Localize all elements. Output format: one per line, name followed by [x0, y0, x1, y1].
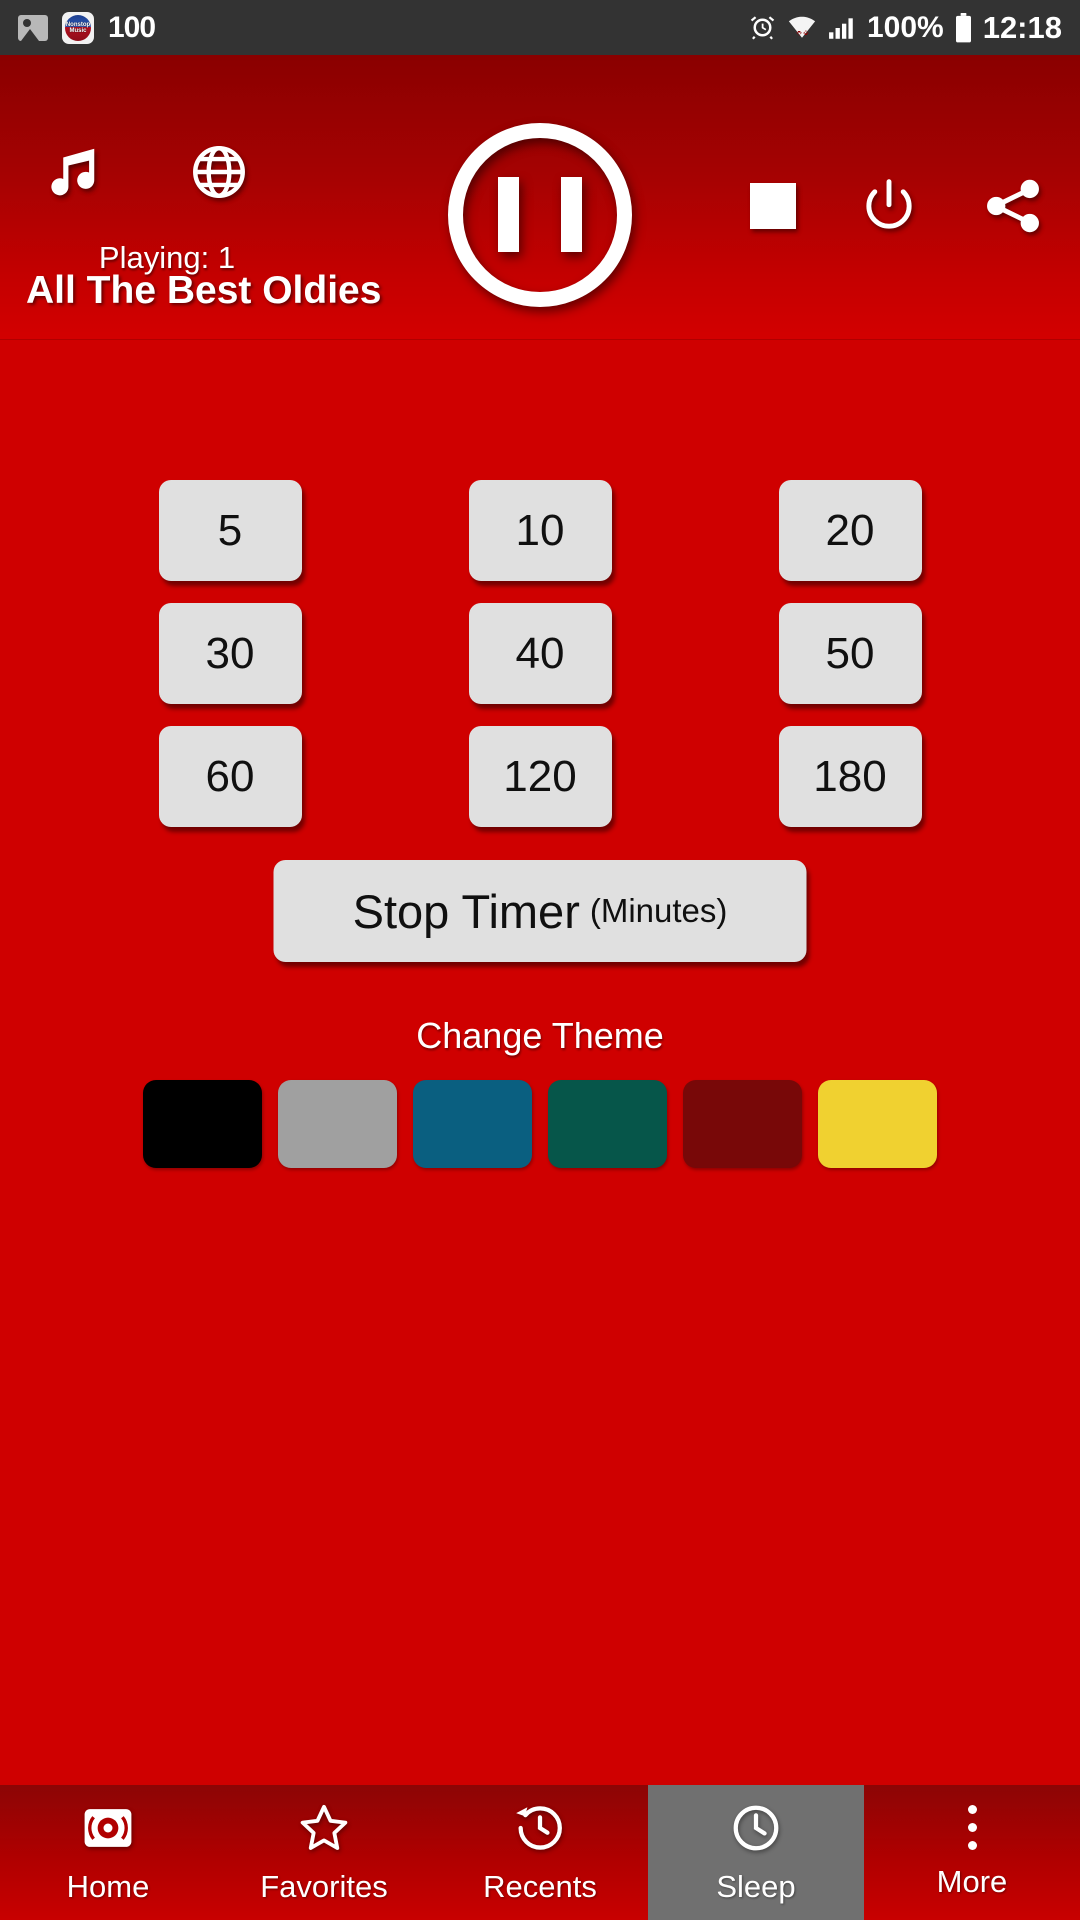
- star-icon: [300, 1804, 348, 1850]
- stop-timer-unit: (Minutes): [589, 892, 728, 929]
- battery-percent: 100%: [866, 10, 944, 44]
- theme-swatch-black[interactable]: [143, 1080, 262, 1168]
- timer-button[interactable]: 60: [158, 726, 302, 827]
- notification-count: 100: [108, 10, 156, 44]
- history-icon: [516, 1805, 562, 1850]
- alarm-icon: [750, 16, 775, 40]
- theme-swatches: [0, 1080, 1080, 1168]
- more-dot: [967, 1823, 977, 1832]
- timer-button[interactable]: 180: [778, 726, 922, 827]
- theme-swatch-gray[interactable]: [278, 1080, 397, 1168]
- theme-swatch-dark-red[interactable]: [683, 1080, 802, 1168]
- timer-button[interactable]: 40: [468, 603, 612, 704]
- status-bar-right: 100% 12:18: [749, 10, 1062, 46]
- nav-item-favorites[interactable]: Favorites: [216, 1785, 432, 1920]
- station-title: All The Best Oldies: [26, 269, 382, 312]
- globe-icon[interactable]: [188, 141, 250, 203]
- share-button[interactable]: [982, 175, 1044, 237]
- battery-icon: [955, 12, 971, 42]
- theme-swatch-teal-blue[interactable]: [413, 1080, 532, 1168]
- timer-button[interactable]: 20: [778, 480, 922, 581]
- timer-button[interactable]: 120: [468, 726, 612, 827]
- signal-icon: [829, 17, 853, 39]
- stop-timer-button[interactable]: Stop Timer (Minutes): [273, 860, 807, 962]
- clock-time: 12:18: [982, 9, 1062, 45]
- header-right-controls: [750, 175, 1044, 237]
- more-vert-icon: [967, 1805, 977, 1850]
- theme-swatch-yellow[interactable]: [818, 1080, 937, 1168]
- nav-label-favorites: Favorites: [260, 1868, 388, 1904]
- pause-button[interactable]: [448, 123, 632, 307]
- clock-icon: [733, 1805, 779, 1850]
- nav-item-recents[interactable]: Recents: [432, 1785, 648, 1920]
- player-header: Playing: 1 All The Best Oldies: [0, 55, 1080, 340]
- pause-ring: [448, 123, 632, 307]
- nav-item-home[interactable]: Home: [0, 1785, 216, 1920]
- power-button[interactable]: [858, 175, 920, 237]
- nav-label-recents: Recents: [483, 1868, 597, 1904]
- header-left-controls: [40, 141, 250, 203]
- pause-bar-right: [561, 177, 582, 252]
- timer-button[interactable]: 50: [778, 603, 922, 704]
- wifi-icon: [788, 16, 816, 38]
- timer-button[interactable]: 30: [158, 603, 302, 704]
- stop-timer-label: Stop Timer: [352, 884, 580, 938]
- app-icon-label: Nonstop Music: [66, 22, 90, 34]
- theme-swatch-green[interactable]: [548, 1080, 667, 1168]
- more-dot: [967, 1841, 977, 1850]
- more-dot: [967, 1805, 977, 1814]
- status-bar-left: Nonstop Music 100: [18, 10, 156, 45]
- nav-label-sleep: Sleep: [716, 1868, 796, 1904]
- bottom-navigation: Home Favorites Recents Sleep More: [0, 1785, 1080, 1920]
- change-theme-label: Change Theme: [416, 1015, 664, 1056]
- image-icon: [18, 14, 48, 41]
- status-bar: Nonstop Music 100 100% 12:18: [0, 0, 1080, 55]
- timer-buttons-grid: 5 10 20 30 40 50 60 120 180: [0, 480, 1080, 827]
- timer-button[interactable]: 10: [468, 480, 612, 581]
- nav-item-more[interactable]: More: [864, 1785, 1080, 1920]
- timer-button[interactable]: 5: [158, 480, 302, 581]
- app-icon-line2: Music: [69, 27, 87, 34]
- stop-button[interactable]: [750, 183, 796, 229]
- music-note-icon[interactable]: [40, 141, 102, 203]
- nav-label-home: Home: [66, 1868, 150, 1904]
- nav-label-more: More: [936, 1864, 1008, 1899]
- nonstop-music-app-icon: Nonstop Music: [62, 11, 94, 44]
- nav-item-sleep[interactable]: Sleep: [648, 1785, 864, 1920]
- sleep-timer-panel: 5 10 20 30 40 50 60 120 180 Stop Timer (…: [0, 340, 1080, 1785]
- app-root: Nonstop Music 100 100% 12:18 Playing: 1 …: [0, 0, 1080, 1920]
- pause-bar-left: [498, 177, 519, 252]
- radio-icon: [84, 1808, 132, 1847]
